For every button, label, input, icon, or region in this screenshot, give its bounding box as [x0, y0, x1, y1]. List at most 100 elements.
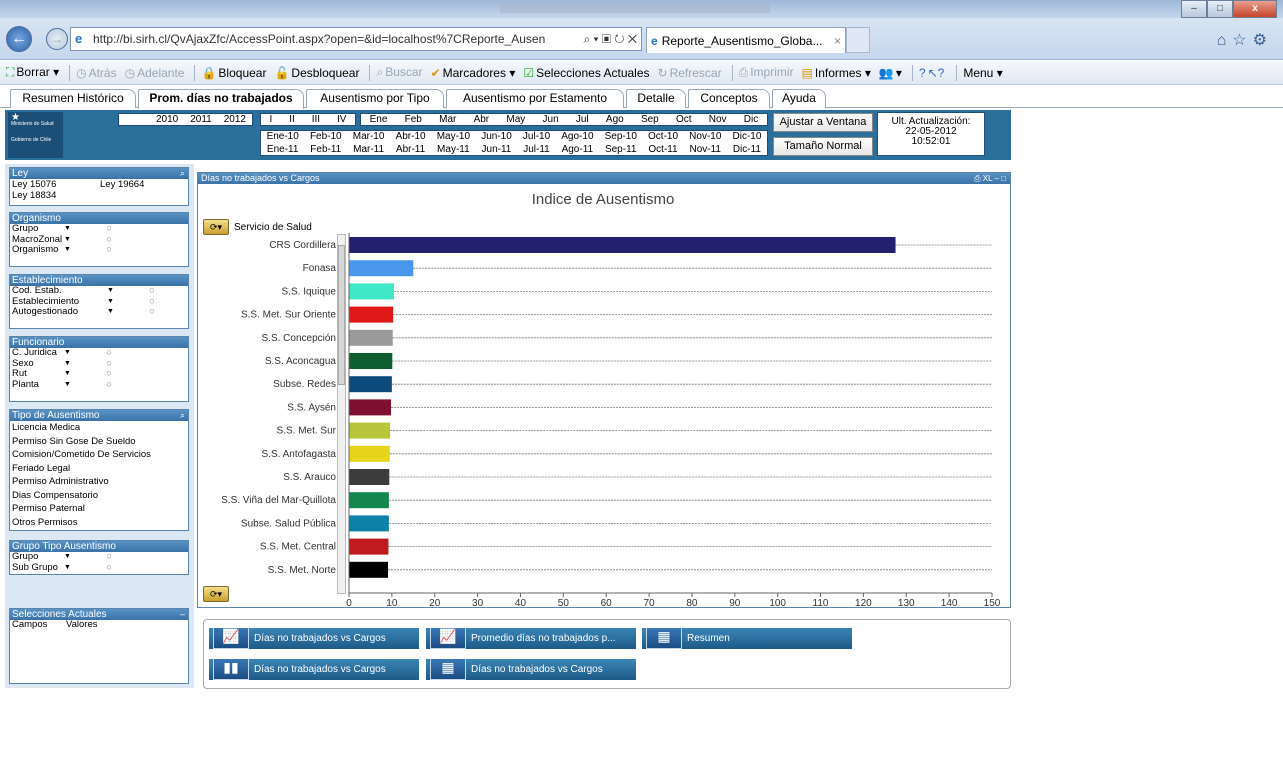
month-item[interactable]: Mar — [439, 114, 456, 125]
ley-item[interactable]: Ley 15076 — [10, 179, 98, 190]
dropdown-icon[interactable]: ▼ — [64, 380, 84, 391]
monthyear-item[interactable]: Abr-10 — [396, 131, 426, 144]
cycle-icon[interactable]: ⟳▾ — [203, 586, 229, 602]
borrar-button[interactable]: ⛶ Borrar ▾ — [4, 65, 61, 80]
multibox-row[interactable]: Rut ▼ ○ — [10, 369, 188, 380]
tab-ayuda[interactable]: Ayuda — [772, 89, 826, 108]
users-button[interactable]: 👥 ▾ — [877, 66, 904, 80]
month-item[interactable]: Feb — [405, 114, 422, 125]
caption-icons[interactable]: ⎙ XL – □ — [974, 173, 1006, 184]
ley-item[interactable]: Ley 19664 — [98, 179, 186, 190]
marcadores-button[interactable]: ✔ Marcadores ▾ — [429, 66, 518, 80]
refrescar-button[interactable]: ↻ Refrescar — [656, 66, 724, 80]
tab-ausentismo-tipo[interactable]: Ausentismo por Tipo — [306, 89, 444, 108]
bloquear-button[interactable]: 🔒 Bloquear — [199, 66, 268, 80]
monthyear-item[interactable]: Ene-10 — [267, 131, 299, 144]
multibox-row[interactable]: Sub Grupo ▼ ○ — [10, 563, 188, 574]
month-item[interactable]: Nov — [709, 114, 727, 125]
url-field[interactable]: e http://bi.sirh.cl/QvAjaxZfc/AccessPoin… — [70, 27, 642, 51]
list-item[interactable]: Permiso Administrativo — [10, 475, 188, 489]
fit-window-button[interactable]: Ajustar a Ventana — [773, 113, 873, 132]
bar[interactable] — [349, 329, 393, 346]
desbloquear-button[interactable]: 🔓 Desbloquear — [272, 66, 361, 80]
month-item[interactable]: Jul — [576, 114, 589, 125]
object-button[interactable]: ▦ Resumen — [642, 628, 852, 649]
monthyear-item[interactable]: Mar-11 — [353, 144, 384, 157]
minimize-icon[interactable]: – — [180, 609, 185, 620]
monthyear-item[interactable]: May-10 — [437, 131, 470, 144]
dropdown-icon[interactable]: ▼ — [107, 307, 127, 318]
bar[interactable] — [349, 538, 389, 555]
monthyear-item[interactable]: Nov-11 — [689, 144, 721, 157]
month-item[interactable]: Dic — [744, 114, 758, 125]
monthyear-item[interactable]: Sep-11 — [605, 144, 637, 157]
monthyear-item[interactable]: Sep-10 — [605, 131, 637, 144]
multibox-row[interactable]: Organismo ▼ ○ — [10, 245, 188, 256]
help-button[interactable]: ? ↖? — [917, 66, 948, 80]
bar[interactable] — [349, 422, 391, 439]
back-button[interactable]: ← — [6, 26, 32, 52]
month-item[interactable]: Jun — [543, 114, 559, 125]
new-tab-button[interactable] — [846, 27, 870, 53]
quarter-item[interactable]: I — [269, 114, 272, 125]
dropdown-icon[interactable]: ▼ — [64, 348, 84, 359]
monthyear-item[interactable]: Dic-10 — [733, 131, 762, 144]
informes-button[interactable]: ▤ Informes ▾ — [800, 66, 873, 80]
dropdown-icon[interactable]: ▼ — [64, 235, 84, 246]
close-window-button[interactable]: x — [1233, 0, 1277, 18]
dropdown-icon[interactable]: ▼ — [107, 297, 127, 308]
monthyear-item[interactable]: Oct-11 — [648, 144, 677, 157]
bar[interactable] — [349, 306, 394, 323]
multibox-row[interactable]: Grupo ▼ ○ — [10, 224, 188, 235]
dropdown-icon[interactable]: ▼ — [64, 563, 84, 574]
monthyear-item[interactable]: Oct-10 — [648, 131, 678, 144]
bar[interactable] — [349, 445, 390, 462]
bar[interactable] — [349, 469, 390, 485]
monthyear-item[interactable]: Feb-11 — [310, 144, 341, 157]
month-item[interactable]: Ene — [370, 114, 388, 125]
monthyear-item[interactable]: Mar-10 — [353, 131, 385, 144]
quarter-item[interactable]: II — [289, 114, 295, 125]
list-item[interactable]: Permiso Sin Gose De Sueldo — [10, 435, 188, 449]
menu-button[interactable]: Menu ▾ — [961, 66, 1004, 80]
browser-tools-icons[interactable]: ⌂☆⚙ — [1217, 30, 1273, 50]
monthyear-item[interactable]: Jul-11 — [523, 144, 550, 157]
bar[interactable] — [349, 399, 392, 416]
forward-button[interactable]: → — [46, 28, 68, 50]
dropdown-icon[interactable]: ▼ — [64, 359, 84, 370]
adelante-button[interactable]: ◷ Adelante — [123, 66, 187, 80]
list-item[interactable]: Feriado Legal — [10, 462, 188, 476]
multibox-row[interactable]: Sexo ▼ ○ — [10, 359, 188, 370]
object-button[interactable]: 📈 Días no trabajados vs Cargos — [209, 628, 419, 649]
tab-prom-dias[interactable]: Prom. días no trabajados — [138, 89, 304, 109]
object-button[interactable]: ▦ Días no trabajados vs Cargos — [426, 659, 636, 680]
monthyear-item[interactable]: Ene-11 — [267, 144, 299, 157]
monthyear-item[interactable]: Dic-11 — [733, 144, 761, 157]
tab-close-icon[interactable]: × — [834, 34, 841, 48]
year-item[interactable]: 2010 — [150, 114, 184, 125]
bar[interactable] — [349, 283, 395, 300]
monthyear-item[interactable]: Jun-10 — [481, 131, 512, 144]
bar[interactable] — [349, 376, 392, 393]
year-item[interactable]: 2012 — [218, 114, 252, 125]
monthyear-item[interactable]: Ago-10 — [561, 131, 593, 144]
month-item[interactable]: Abr — [474, 114, 490, 125]
list-item[interactable]: Comision/Cometido De Servicios — [10, 448, 188, 462]
month-item[interactable]: Ago — [606, 114, 624, 125]
multibox-row[interactable]: Autogestionado ▼ ○ — [10, 307, 188, 318]
multibox-row[interactable]: Planta ▼ ○ — [10, 380, 188, 391]
buscar-button[interactable]: ⌕ Buscar — [374, 65, 424, 80]
tab-detalle[interactable]: Detalle — [626, 89, 686, 108]
normal-size-button[interactable]: Tamaño Normal — [773, 137, 873, 156]
tab-ausentismo-estamento[interactable]: Ausentismo por Estamento — [446, 89, 624, 108]
multibox-row[interactable]: Cod. Estab. ▼ ○ — [10, 286, 188, 297]
multibox-row[interactable]: Establecimiento ▼ ○ — [10, 297, 188, 308]
imprimir-button[interactable]: ⎙ Imprimir — [737, 65, 796, 80]
tab-conceptos[interactable]: Conceptos — [688, 89, 770, 108]
bar[interactable] — [349, 515, 389, 532]
quarter-item[interactable]: III — [312, 114, 320, 125]
list-item[interactable]: Licencia Medica — [10, 421, 188, 435]
monthyear-item[interactable]: Jun-11 — [482, 144, 512, 157]
month-item[interactable]: Oct — [676, 114, 692, 125]
monthyear-item[interactable]: May-11 — [437, 144, 470, 157]
